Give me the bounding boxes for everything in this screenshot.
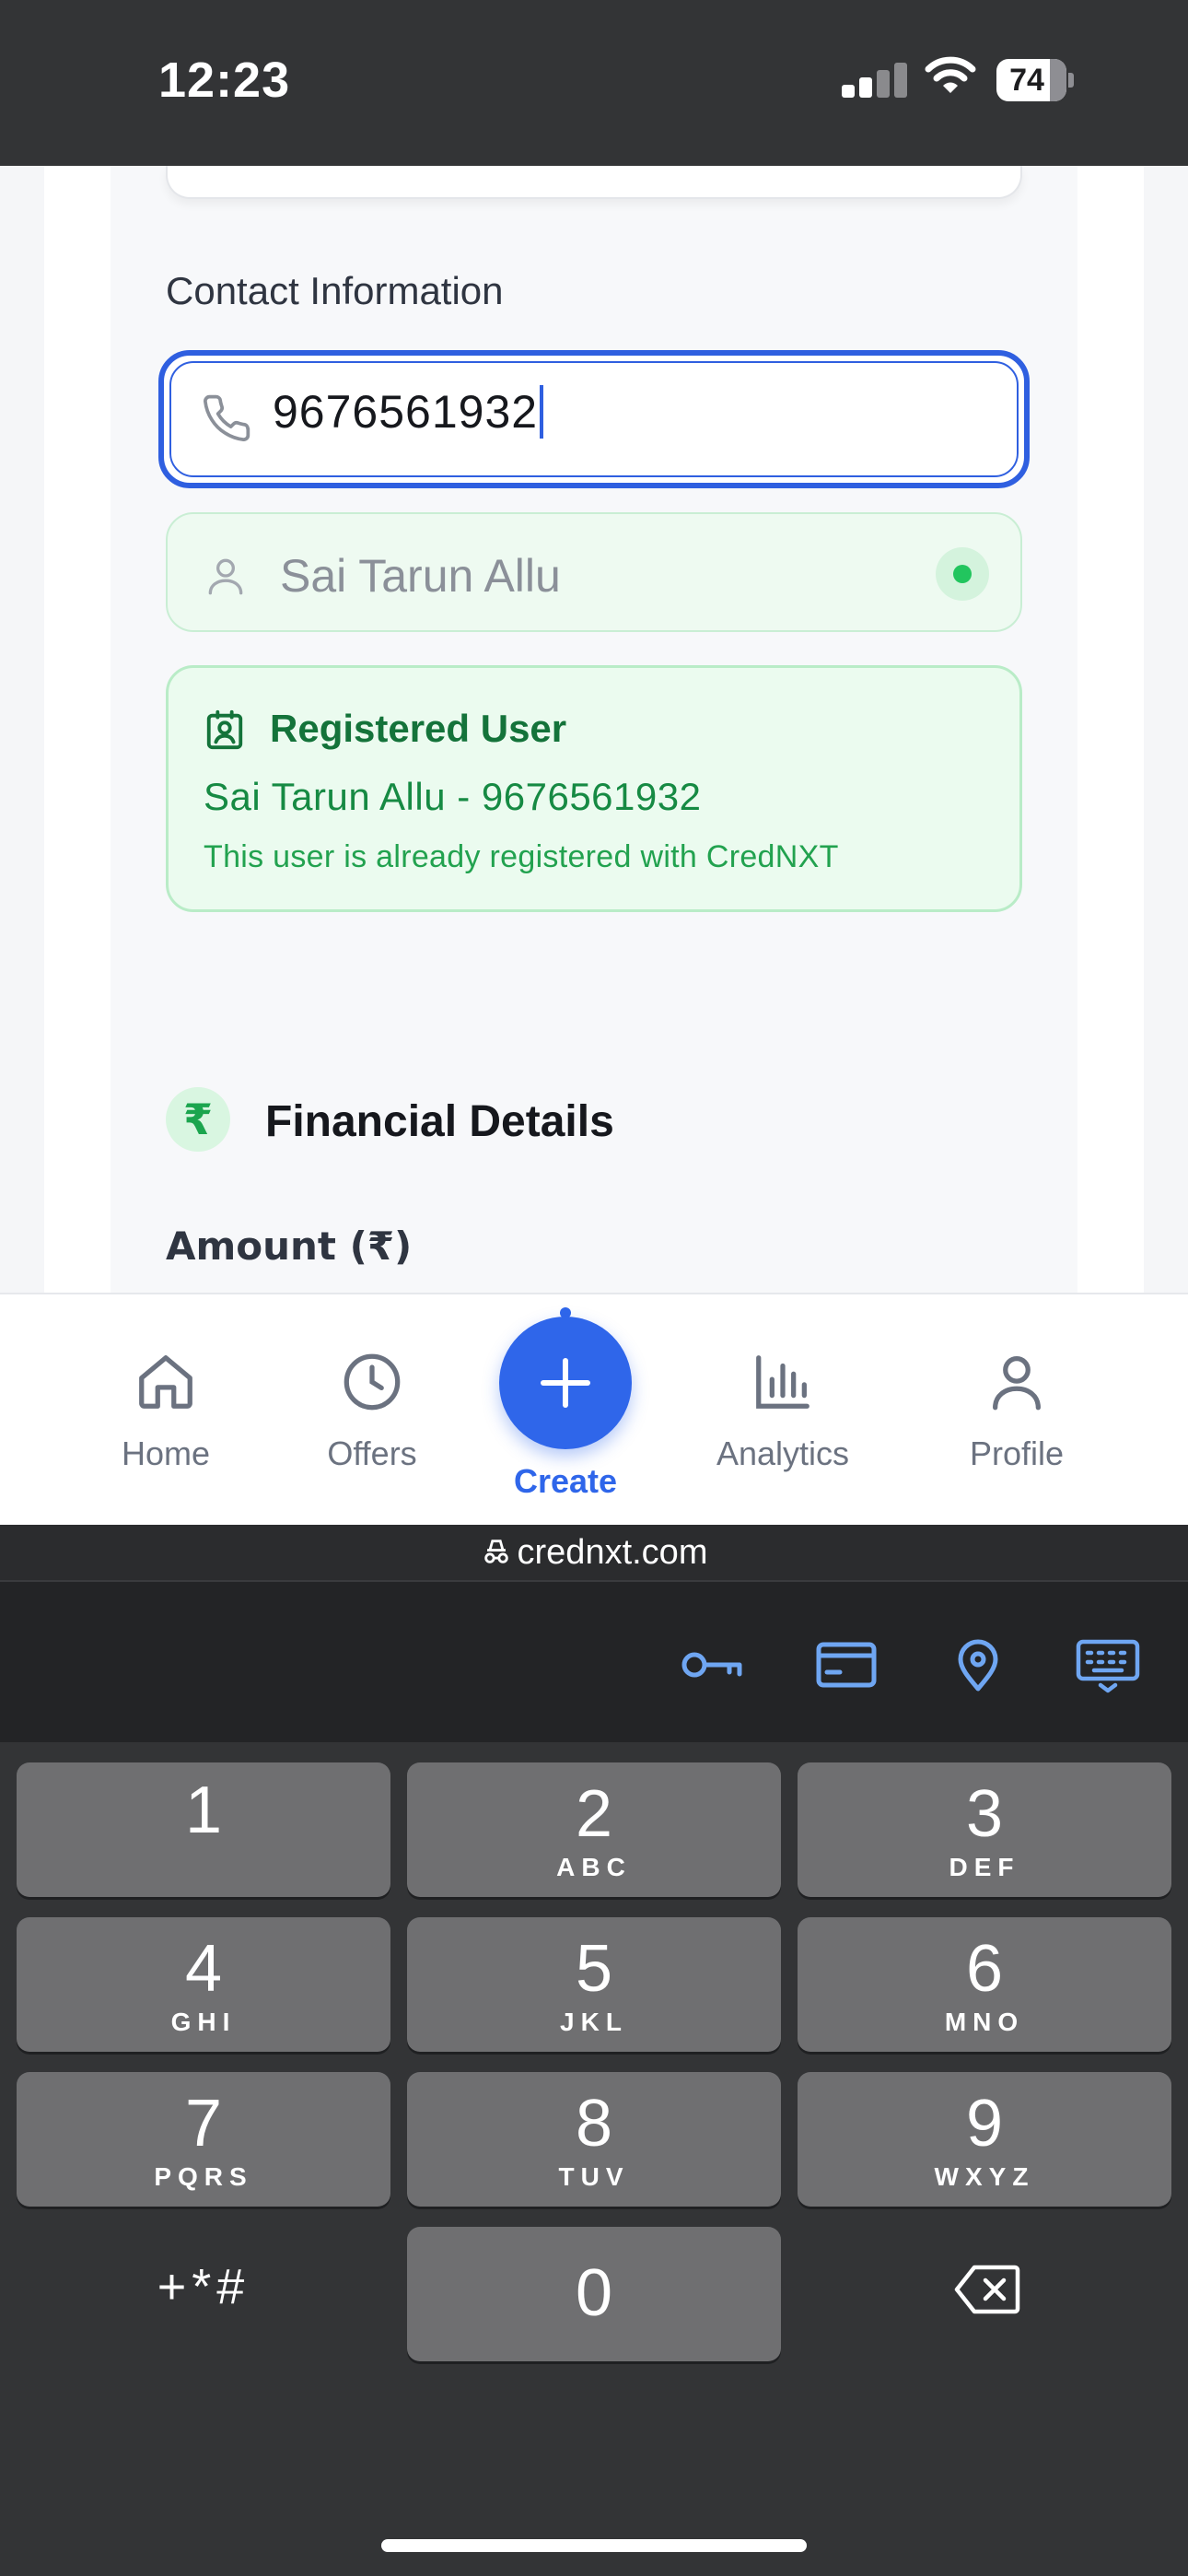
key-5[interactable]: 5 JKL: [407, 1917, 781, 2052]
browser-url-bar[interactable]: crednxt.com: [0, 1525, 1188, 1580]
cellular-signal-icon: [842, 63, 908, 98]
credit-card-icon[interactable]: [816, 1639, 877, 1691]
registered-user-notice: Registered User Sai Tarun Allu - 9676561…: [166, 665, 1022, 912]
status-bar: 12:23 74: [0, 0, 1188, 166]
nav-profile[interactable]: Profile: [952, 1350, 1081, 1473]
key-6[interactable]: 6 MNO: [798, 1917, 1171, 2052]
nav-profile-label: Profile: [969, 1434, 1065, 1472]
home-indicator[interactable]: [381, 2539, 807, 2552]
create-button[interactable]: [499, 1317, 632, 1449]
nav-analytics[interactable]: Analytics: [700, 1350, 866, 1473]
battery-level: 74: [1009, 63, 1044, 98]
keyboard-icon[interactable]: [1076, 1639, 1140, 1694]
nav-offers[interactable]: Offers: [308, 1350, 437, 1473]
key-7[interactable]: 7 PQRS: [17, 2072, 390, 2207]
name-value: Sai Tarun Allu: [280, 550, 561, 602]
phone-input[interactable]: 9676561932: [158, 350, 1030, 488]
key-symbols[interactable]: +*#: [17, 2258, 390, 2315]
text-caret: [540, 384, 544, 439]
phone-icon: [204, 394, 250, 441]
key-8[interactable]: 8 TUV: [407, 2072, 781, 2207]
contact-card-icon: [206, 709, 243, 750]
status-time: 12:23: [158, 53, 291, 108]
verified-status-indicator: [936, 547, 989, 601]
financial-details-title: Financial Details: [265, 1097, 614, 1146]
location-pin-icon[interactable]: [956, 1639, 1000, 1692]
clock-icon: [344, 1353, 401, 1411]
bar-chart-icon: [756, 1355, 809, 1409]
plus-icon: [541, 1358, 590, 1408]
nav-offers-label: Offers: [327, 1434, 417, 1472]
key-icon[interactable]: [680, 1639, 744, 1691]
url-text: crednxt.com: [517, 1533, 708, 1572]
key-1[interactable]: 1: [17, 1762, 390, 1897]
delete-key[interactable]: [954, 2264, 1020, 2320]
key-0[interactable]: 0: [407, 2227, 781, 2361]
nav-create-label[interactable]: Create: [488, 1462, 643, 1501]
registered-user-title: Registered User: [270, 707, 567, 750]
user-icon: [993, 1356, 1041, 1411]
bottom-navigation: Home Offers Create Analytics Profile: [0, 1293, 1188, 1525]
home-icon: [139, 1355, 192, 1409]
key-4[interactable]: 4 GHI: [17, 1917, 390, 2052]
key-2[interactable]: 2 ABC: [407, 1762, 781, 1897]
key-9[interactable]: 9 WXYZ: [798, 2072, 1171, 2207]
user-icon: [208, 558, 243, 595]
previous-input-field[interactable]: [166, 166, 1022, 199]
nav-home[interactable]: Home: [101, 1350, 230, 1473]
nav-analytics-label: Analytics: [716, 1434, 850, 1472]
name-input[interactable]: Sai Tarun Allu: [166, 512, 1022, 632]
key-3[interactable]: 3 DEF: [798, 1762, 1171, 1897]
amount-label: Amount (₹): [166, 1224, 413, 1269]
contact-information-label: Contact Information: [166, 269, 504, 312]
registered-user-details: Sai Tarun Allu - 9676561932: [204, 775, 702, 818]
keyboard-accessory-bar: [0, 1580, 1188, 1742]
phone-value: 9676561932: [273, 386, 539, 438]
rupee-icon: ₹: [166, 1087, 230, 1152]
nav-home-label: Home: [121, 1434, 211, 1472]
page-content: Contact Information 9676561932 Sai Tarun…: [0, 166, 1188, 1294]
battery-icon: 74: [996, 59, 1074, 101]
backspace-icon: [954, 2265, 1020, 2314]
numeric-keypad: 1 2 ABC 3 DEF 4 GHI 5 JKL 6 MNO 7 PQRS 8…: [0, 1742, 1188, 2576]
registered-user-note: This user is already registered with Cre…: [204, 839, 839, 874]
wifi-icon: [925, 56, 976, 93]
incognito-icon: [483, 1540, 508, 1563]
